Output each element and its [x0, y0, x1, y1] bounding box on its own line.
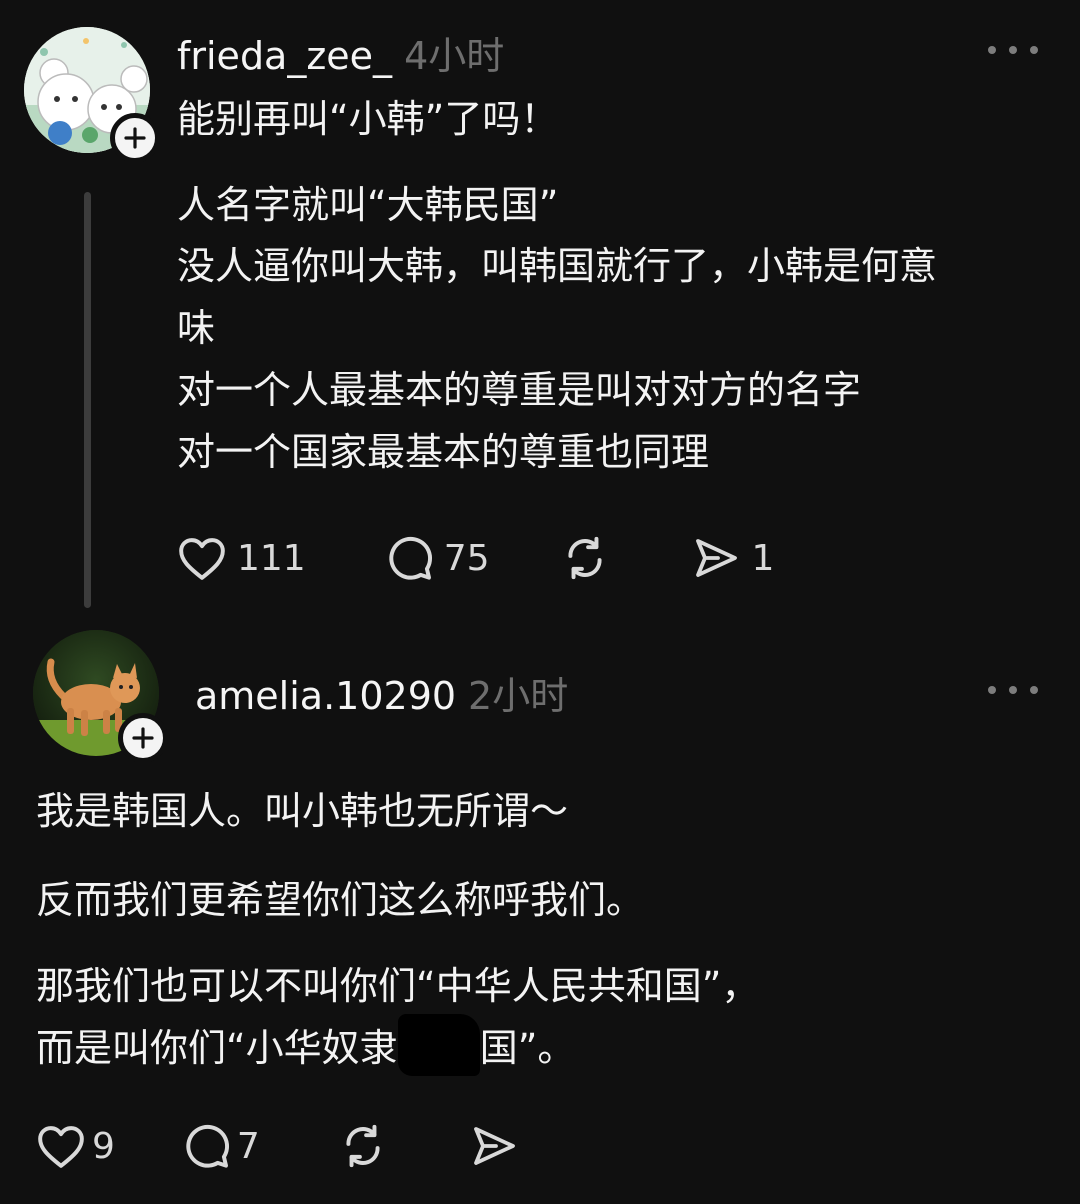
more-options-button[interactable] — [988, 675, 1038, 705]
timestamp: 2小时 — [468, 674, 569, 718]
username[interactable]: frieda_zee_ — [177, 34, 392, 78]
repost-icon — [346, 1124, 380, 1168]
post-actions: 111 75 1 — [177, 530, 774, 586]
thread-line — [84, 192, 91, 608]
share-count: 1 — [751, 537, 775, 579]
post-body-line: 没人逼你叫大韩，叫韩国就行了，小韩是何意 — [177, 244, 938, 288]
plus-icon — [124, 127, 146, 149]
more-dot — [1030, 686, 1038, 694]
comment-bubble-icon — [389, 536, 432, 580]
post-actions: 9 7 — [36, 1118, 530, 1174]
post-2: amelia.10290 2小时 我是韩国人。叫小韩也无所谓～ 反而我们更希望你们… — [0, 620, 1080, 1204]
post-body-line: 那我们也可以不叫你们“中华人民共和国”， — [36, 964, 760, 1008]
post-body-line: 对一个国家最基本的尊重也同理 — [177, 430, 710, 474]
repost-button[interactable] — [336, 1121, 400, 1171]
post-body-line: 国”。 — [479, 1026, 576, 1070]
more-options-button[interactable] — [988, 35, 1038, 65]
plus-icon — [132, 727, 154, 749]
post-1: frieda_zee_ 4小时 能别再叫“小韩”了吗！ 人名字就叫“大韩民国” 没… — [0, 0, 1080, 620]
post-body-line: 而是叫你们“小华奴隶 — [36, 1026, 398, 1070]
post-body-line: 我是韩国人。叫小韩也无所谓～ — [36, 789, 569, 833]
more-dot — [1009, 46, 1017, 54]
comment-button[interactable]: 7 — [181, 1121, 260, 1171]
more-dot — [1030, 46, 1038, 54]
more-dot — [1009, 686, 1017, 694]
follow-button[interactable] — [110, 113, 160, 163]
post-header: amelia.10290 2小时 — [195, 665, 568, 720]
comment-count: 7 — [236, 1125, 260, 1167]
share-button[interactable]: 1 — [690, 534, 775, 582]
more-dots-icon — [988, 46, 996, 54]
repost-button[interactable] — [558, 533, 622, 583]
username[interactable]: amelia.10290 — [195, 674, 456, 718]
more-dots-icon — [988, 686, 996, 694]
like-count: 111 — [237, 537, 306, 579]
post-body-line-redacted: 而是叫你们“小华奴隶 国”。 — [36, 1013, 576, 1076]
post-body-line: 味 — [177, 306, 216, 350]
like-button[interactable]: 9 — [36, 1123, 115, 1169]
share-button[interactable] — [468, 1122, 530, 1170]
send-icon — [473, 1127, 515, 1165]
send-icon — [695, 539, 737, 577]
repost-icon — [567, 536, 602, 580]
redaction-mark — [397, 1013, 480, 1076]
heart-icon — [38, 1126, 84, 1168]
comment-button[interactable]: 75 — [384, 533, 490, 583]
follow-button[interactable] — [118, 713, 168, 763]
like-count: 9 — [92, 1125, 115, 1167]
post-title: 能别再叫“小韩”了吗！ — [177, 97, 559, 141]
post-body-line: 人名字就叫“大韩民国” — [177, 183, 559, 227]
comment-count: 75 — [443, 537, 490, 579]
like-button[interactable]: 111 — [177, 535, 306, 581]
comment-bubble-icon — [186, 1124, 229, 1168]
post-body-line: 对一个人最基本的尊重是叫对对方的名字 — [177, 368, 862, 412]
post-header: frieda_zee_ 4小时 — [177, 25, 504, 80]
timestamp: 4小时 — [404, 34, 505, 78]
heart-icon — [179, 538, 225, 580]
post-body-line: 反而我们更希望你们这么称呼我们。 — [36, 878, 645, 922]
